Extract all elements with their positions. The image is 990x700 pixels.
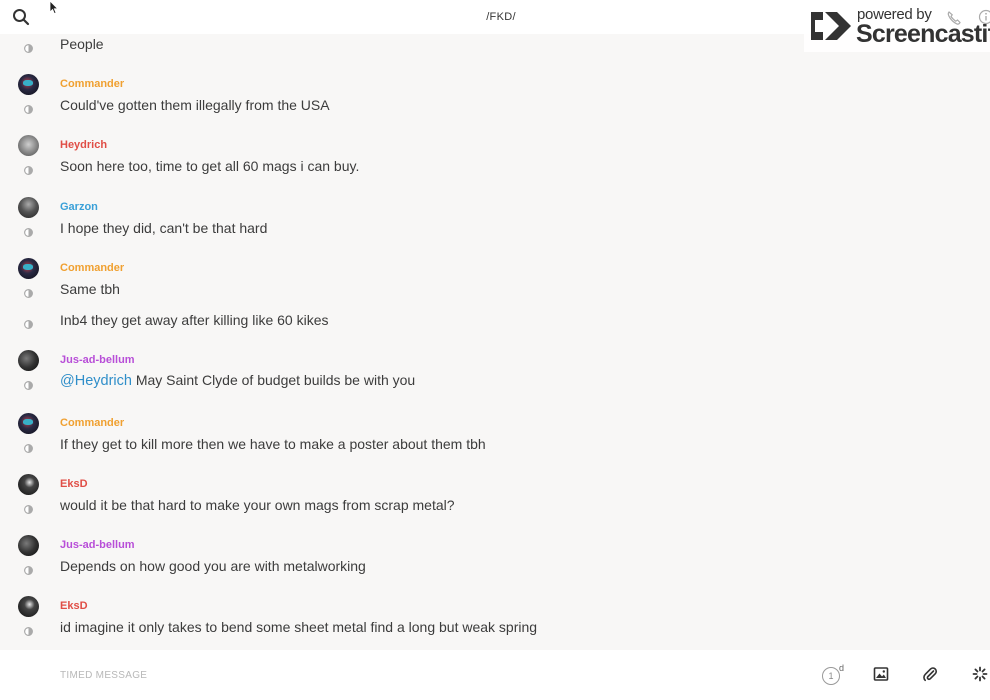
mouse-cursor-icon	[49, 0, 59, 15]
message-author[interactable]: Jus-ad-bellum	[60, 539, 135, 551]
user-mention[interactable]: @Heydrich	[60, 373, 132, 389]
message-row: Heydrich Soon here too, time to get all …	[0, 133, 990, 181]
avatar[interactable]	[18, 197, 39, 218]
clock-icon	[24, 285, 33, 298]
message-row: EksD id imagine it only takes to bend so…	[0, 595, 990, 645]
message-row: Jus-ad-bellum @Heydrich May Saint Clyde …	[0, 348, 990, 398]
timer-value: 1	[822, 667, 840, 685]
message-text: Depends on how good you are with metalwo…	[60, 558, 366, 574]
timed-message-input[interactable]	[60, 664, 780, 686]
message-row: Garzon I hope they did, can't be that ha…	[0, 194, 990, 242]
phone-icon[interactable]	[946, 10, 962, 26]
clock-icon	[24, 101, 33, 114]
message-text: People	[60, 36, 104, 52]
composer-bar: 1 d	[0, 650, 990, 700]
clock-icon	[24, 562, 33, 575]
message-text-body: May Saint Clyde of budget builds be with…	[131, 372, 416, 388]
message-author[interactable]: Commander	[60, 417, 124, 429]
clock-icon	[24, 224, 33, 237]
clock-icon	[24, 623, 33, 636]
message-text: @Heydrich May Saint Clyde of budget buil…	[60, 372, 415, 389]
avatar[interactable]	[18, 474, 39, 495]
message-author[interactable]: EksD	[60, 600, 88, 612]
clock-icon	[24, 162, 33, 175]
message-author[interactable]: EksD	[60, 478, 88, 490]
avatar[interactable]	[18, 74, 39, 95]
message-text: Same tbh	[60, 281, 120, 297]
message-text: Inb4 they get away after killing like 60…	[60, 312, 329, 328]
message-row: Commander If they get to kill more then …	[0, 411, 990, 459]
clock-icon	[24, 40, 33, 53]
message-row: EksD would it be that hard to make your …	[0, 472, 990, 520]
message-author[interactable]: Garzon	[60, 201, 98, 213]
message-text: If they get to kill more then we have to…	[60, 436, 486, 452]
message-author[interactable]: Heydrich	[60, 139, 107, 151]
clock-icon	[24, 316, 33, 329]
message-text: id imagine it only takes to bend some sh…	[60, 619, 538, 635]
paperclip-icon[interactable]	[922, 666, 938, 682]
image-icon[interactable]	[873, 666, 889, 682]
message-text: Soon here too, time to get all 60 mags i…	[60, 158, 360, 174]
message-row: Inb4 they get away after killing like 60…	[0, 310, 990, 334]
clock-icon	[24, 377, 33, 390]
clock-icon	[24, 440, 33, 453]
message-list: People Commander Could've gotten them il…	[0, 34, 990, 650]
spinner-icon[interactable]	[972, 666, 988, 682]
avatar[interactable]	[18, 258, 39, 279]
timer-unit: d	[839, 663, 845, 673]
message-author[interactable]: Commander	[60, 78, 124, 90]
avatar[interactable]	[18, 596, 39, 617]
message-row: Jus-ad-bellum Depends on how good you ar…	[0, 534, 990, 582]
message-text: would it be that hard to make your own m…	[60, 497, 455, 513]
avatar[interactable]	[18, 350, 39, 371]
clock-icon	[24, 501, 33, 514]
message-row: People	[0, 34, 990, 58]
message-row: Commander Same tbh	[0, 256, 990, 304]
message-text: I hope they did, can't be that hard	[60, 220, 268, 236]
message-author[interactable]: Jus-ad-bellum	[60, 354, 135, 366]
message-timer-button[interactable]: 1 d	[822, 663, 846, 687]
message-row: Commander Could've gotten them illegally…	[0, 72, 990, 120]
message-text: Could've gotten them illegally from the …	[60, 97, 330, 113]
message-author[interactable]: Commander	[60, 262, 124, 274]
avatar[interactable]	[18, 413, 39, 434]
info-icon[interactable]	[978, 9, 990, 25]
avatar[interactable]	[18, 135, 39, 156]
avatar[interactable]	[18, 535, 39, 556]
